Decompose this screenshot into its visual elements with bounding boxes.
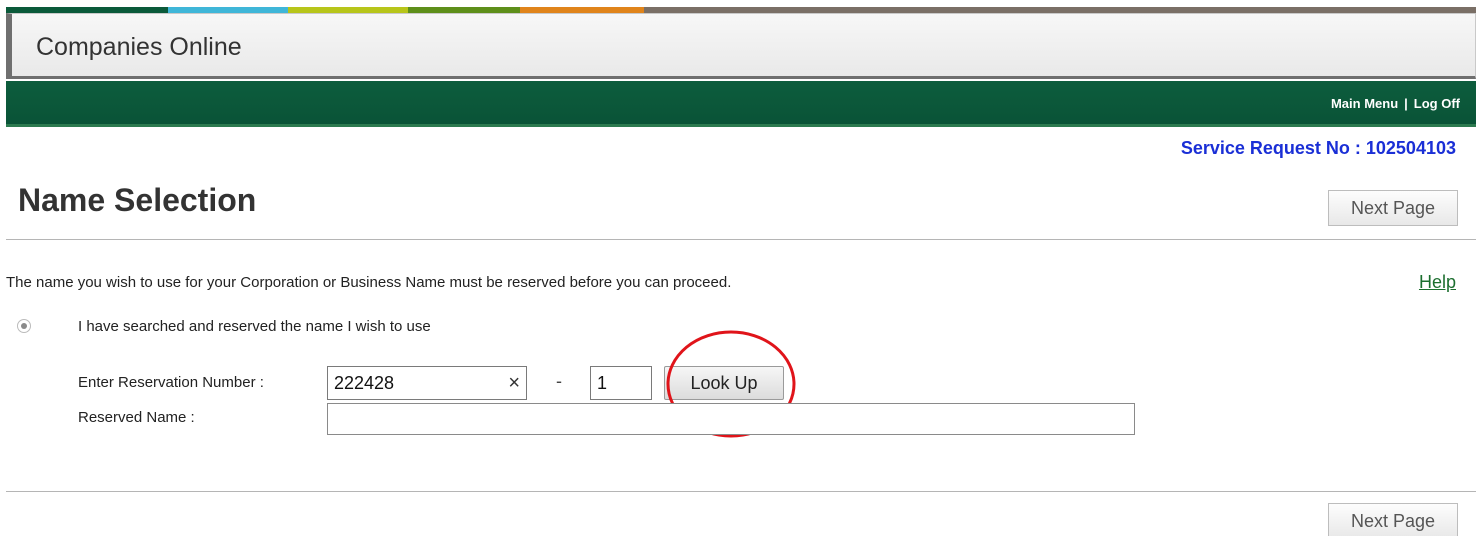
reservation-dash: - [556,371,562,391]
divider-top [6,239,1476,240]
divider-bottom [6,491,1476,492]
reserved-name-radio[interactable] [17,319,31,333]
reserved-name-label: Reserved Name : [78,409,195,426]
next-page-button-bottom[interactable]: Next Page [1328,503,1458,536]
service-request-number: Service Request No : 102504103 [1180,138,1456,158]
reservation-suffix-input[interactable] [590,366,652,400]
log-off-link[interactable]: Log Off [1414,96,1460,111]
next-page-button-top[interactable]: Next Page [1328,190,1458,226]
reservation-number-input[interactable] [328,367,498,399]
look-up-button[interactable]: Look Up [664,366,784,400]
nav-links: Main Menu | Log Off [1331,96,1460,111]
main-menu-link[interactable]: Main Menu [1331,96,1398,111]
reserved-name-input[interactable] [327,403,1135,435]
reserved-name-radio-label: I have searched and reserved the name I … [78,318,431,335]
help-link[interactable]: Help [1419,272,1456,293]
reservation-number-field: × [327,366,527,400]
reservation-number-label: Enter Reservation Number : [78,374,264,391]
app-header: Companies Online [6,13,1476,79]
nav-bar: Main Menu | Log Off [6,81,1476,127]
clear-icon[interactable]: × [508,371,520,395]
app-title: Companies Online [36,33,242,61]
page-title: Name Selection [18,182,257,218]
intro-text: The name you wish to use for your Corpor… [6,274,732,291]
nav-separator: | [1404,96,1408,111]
